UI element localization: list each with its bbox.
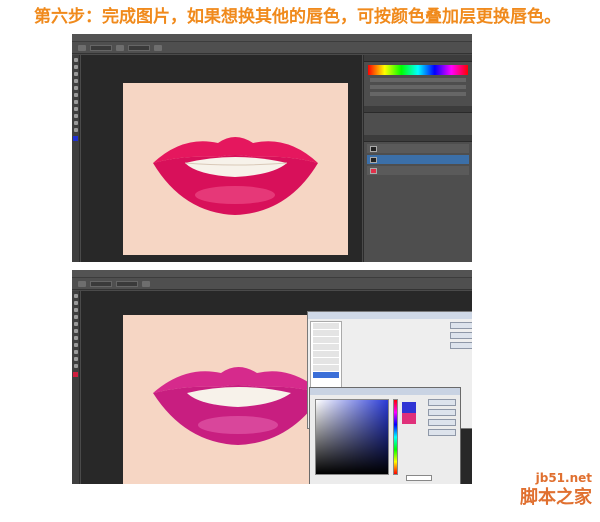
brush-tool-icon[interactable] [74,86,78,90]
toolbox [72,55,80,262]
cancel-button[interactable] [428,409,456,416]
style-item[interactable] [313,351,339,357]
color-picker-title[interactable] [310,388,460,395]
lasso-tool-icon[interactable] [74,72,78,76]
text-tool-icon[interactable] [74,343,78,347]
move-tool-icon[interactable] [74,58,78,62]
layer-row-selected[interactable] [367,155,469,164]
new-color-swatch [402,402,416,413]
zoom-tool-icon[interactable] [74,364,78,368]
hue-slider[interactable] [393,399,398,475]
style-item[interactable] [313,344,339,350]
eraser-tool-icon[interactable] [74,93,78,97]
menu-bar[interactable] [72,270,472,278]
watermark-url: jb51.net [535,471,592,485]
option-field[interactable] [128,44,150,51]
option-toggle-icon[interactable] [116,44,124,51]
zoom-tool-icon[interactable] [74,128,78,132]
gradient-tool-icon[interactable] [74,336,78,340]
adjustments-panel-header[interactable] [364,106,472,113]
brush-tool-icon[interactable] [74,322,78,326]
panels-dock [363,55,472,262]
dialog-title[interactable] [308,312,472,319]
marquee-tool-icon[interactable] [74,65,78,69]
tool-preset-icon[interactable] [78,44,86,51]
hex-input[interactable] [406,475,432,481]
style-item[interactable] [313,330,339,336]
step-heading: 第六步：完成图片，如果想换其他的唇色，可按颜色叠加层更换唇色。 [34,7,561,27]
layers-panel-header[interactable] [364,135,472,142]
options-bar [72,42,472,54]
current-color-swatch [402,413,416,424]
color-spectrum[interactable] [368,65,468,75]
option-field[interactable] [90,44,112,51]
tool-preset-icon[interactable] [78,280,86,287]
new-style-button[interactable] [450,342,472,349]
style-item-color-overlay[interactable] [313,372,339,378]
gradient-tool-icon[interactable] [74,100,78,104]
color-slider[interactable] [370,92,466,96]
eye-icon[interactable] [370,145,377,152]
canvas-area [81,55,362,262]
hand-tool-icon[interactable] [74,357,78,361]
option-toggle-icon[interactable] [154,44,162,51]
style-item[interactable] [313,337,339,343]
add-to-swatches-button[interactable] [428,419,456,426]
saturation-brightness-field[interactable] [315,399,389,475]
ok-button[interactable] [450,322,472,329]
layer-row[interactable] [367,144,469,153]
layer-row[interactable] [367,166,469,175]
move-tool-icon[interactable] [74,294,78,298]
option-toggle-icon[interactable] [142,280,150,287]
foreground-color-icon[interactable] [73,136,78,141]
menu-bar[interactable] [72,34,472,42]
option-field[interactable] [116,280,138,287]
layer-mask-icon [370,156,377,163]
pen-tool-icon[interactable] [74,114,78,118]
toolbox [72,291,80,484]
color-slider[interactable] [370,78,466,82]
option-field[interactable] [90,280,112,287]
foreground-color-icon[interactable] [73,372,78,377]
color-slider[interactable] [370,85,466,89]
eraser-tool-icon[interactable] [74,329,78,333]
style-item[interactable] [313,358,339,364]
dialog-buttons [450,322,472,352]
layer-thumbnail-icon [370,167,377,174]
cancel-button[interactable] [450,332,472,339]
photoshop-window-color-overlay [72,270,472,484]
watermark-name: 脚本之家 [520,487,592,508]
watermark: jb51.net 脚本之家 [496,470,592,518]
options-bar [72,278,472,290]
color-picker-dialog[interactable] [309,387,461,484]
ok-button[interactable] [428,399,456,406]
canvas-area [81,291,472,484]
document-canvas[interactable] [123,83,348,255]
color-libraries-button[interactable] [428,429,456,436]
crop-tool-icon[interactable] [74,79,78,83]
style-item[interactable] [313,323,339,329]
style-item[interactable] [313,365,339,371]
text-tool-icon[interactable] [74,107,78,111]
hand-tool-icon[interactable] [74,121,78,125]
marquee-tool-icon[interactable] [74,301,78,305]
lasso-tool-icon[interactable] [74,308,78,312]
photoshop-window-result [72,34,472,262]
pen-tool-icon[interactable] [74,350,78,354]
picker-buttons [428,399,456,439]
color-panel-header[interactable] [364,55,472,62]
color-preview [402,402,416,424]
crop-tool-icon[interactable] [74,315,78,319]
lips-photo [123,83,348,255]
